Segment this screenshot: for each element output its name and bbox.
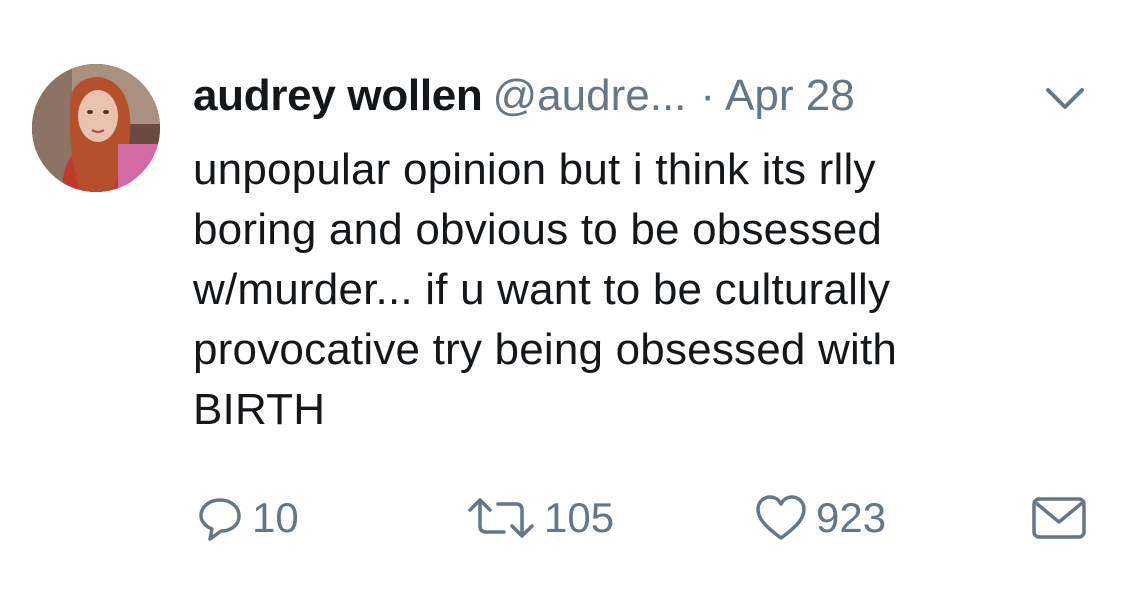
display-name[interactable]: audrey wollen [193, 71, 483, 120]
user-handle[interactable]: @audre... [493, 71, 687, 120]
separator-dot: · [700, 71, 716, 120]
tweet-header: audrey wollen @audre... · Apr 28 [193, 68, 855, 124]
reply-count: 10 [252, 494, 299, 541]
retweet-count: 105 [544, 494, 615, 541]
tweet-date[interactable]: Apr 28 [725, 71, 855, 120]
envelope-icon [1032, 497, 1086, 539]
heart-icon [756, 495, 806, 540]
tweet-text: unpopular opinion but i think its rlly b… [193, 145, 898, 434]
tweet-actions: 10 105 923 [0, 488, 1125, 548]
like-button[interactable]: 923 [754, 488, 886, 548]
like-count: 923 [816, 494, 887, 541]
tweet-card[interactable]: audrey wollen @audre... · Apr 28 unpopular … [0, 0, 1125, 590]
chevron-down-icon[interactable] [1040, 78, 1090, 118]
direct-message-button[interactable] [1030, 488, 1088, 548]
reply-button[interactable]: 10 [196, 488, 299, 548]
avatar-photo [32, 64, 160, 192]
avatar[interactable] [32, 64, 160, 192]
reply-icon [199, 498, 241, 541]
retweet-icon [468, 498, 534, 538]
retweet-button[interactable]: 105 [466, 488, 614, 548]
